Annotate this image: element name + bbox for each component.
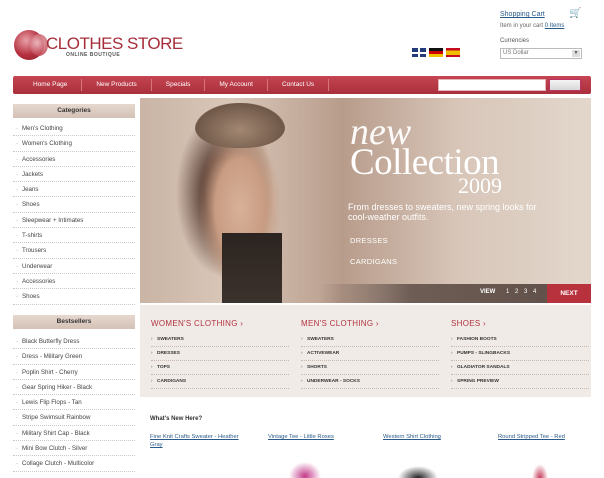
- model-photo: [170, 98, 310, 303]
- nav-new-products[interactable]: New Products: [82, 79, 152, 91]
- bestseller-item[interactable]: Gear Spring Hiker - Black: [13, 380, 135, 396]
- category-blocks: WOMEN'S CLOTHING › SWEATERS DRESSES TOPS…: [140, 305, 591, 397]
- mens-clothing-heading[interactable]: MEN'S CLOTHING ›: [301, 319, 439, 328]
- nav-contact-us[interactable]: Contact Us: [268, 79, 330, 91]
- nav-my-account[interactable]: My Account: [205, 79, 268, 91]
- currencies-label: Currencies: [500, 38, 530, 44]
- category-item[interactable]: Women's Clothing: [13, 136, 135, 152]
- spain-flag-icon[interactable]: [446, 48, 460, 57]
- product-image[interactable]: [520, 458, 560, 478]
- cart-note-prefix: Item in your cart: [500, 23, 544, 29]
- category-link[interactable]: SWEATERS: [151, 333, 289, 347]
- womens-clothing-heading[interactable]: WOMEN'S CLOTHING ›: [151, 319, 289, 328]
- whats-new-heading: What's New Here?: [150, 416, 203, 422]
- currency-select[interactable]: US Dollar ▼: [500, 48, 582, 59]
- chevron-down-icon: ▼: [572, 50, 580, 57]
- cart-note: Item in your cart 0 Items: [500, 23, 564, 29]
- product-image[interactable]: [285, 458, 325, 478]
- logo-title[interactable]: CLOTHES STORE: [46, 34, 183, 54]
- banner-link-cardigans[interactable]: CARDIGANS: [350, 257, 397, 266]
- bestsellers-heading: Bestsellers: [13, 315, 135, 329]
- cart-count-link[interactable]: 0 Items: [545, 23, 565, 29]
- shoes-block: SHOES › FASHION BOOTS PUMPS - SLINGBACKS…: [451, 319, 589, 389]
- banner-next-button[interactable]: NEXT: [547, 284, 591, 303]
- banner-subtitle: From dresses to sweaters, new spring loo…: [348, 202, 537, 222]
- category-link[interactable]: FASHION BOOTS: [451, 333, 589, 347]
- product-link[interactable]: Fine Knit Crafts Sweater - Heather Gray: [150, 433, 244, 449]
- category-link[interactable]: TOPS: [151, 361, 289, 375]
- cart-icon[interactable]: 🛒: [569, 9, 581, 19]
- bestseller-item[interactable]: Stripe Swimsuit Rainbow: [13, 410, 135, 426]
- categories-heading: Categories: [13, 104, 135, 118]
- category-item[interactable]: Accessories: [13, 274, 135, 290]
- category-item[interactable]: Men's Clothing: [13, 121, 135, 137]
- search-button[interactable]: [549, 79, 581, 91]
- bestsellers-list: Black Butterfly Dress Dress - Military G…: [13, 334, 135, 472]
- category-item[interactable]: T-shirts: [13, 228, 135, 244]
- product-link[interactable]: Round Stripped Tee - Red: [498, 433, 592, 441]
- category-link[interactable]: SWEATERS: [301, 333, 439, 347]
- category-link[interactable]: SPRING PREVIEW: [451, 375, 589, 389]
- product-link[interactable]: Western Shirt Clothing: [383, 433, 477, 441]
- category-link[interactable]: UNDERWEAR - SOCKS: [301, 375, 439, 389]
- category-item[interactable]: Trousers: [13, 243, 135, 259]
- category-item[interactable]: Accessories: [13, 152, 135, 167]
- category-link[interactable]: DRESSES: [151, 347, 289, 361]
- category-item[interactable]: Sleepwear + Intimates: [13, 213, 135, 229]
- category-item[interactable]: Jeans: [13, 182, 135, 198]
- banner-link-dresses[interactable]: DRESSES: [350, 236, 388, 245]
- category-link[interactable]: CARDIGANS: [151, 375, 289, 389]
- mens-clothing-block: MEN'S CLOTHING › SWEATERS ACTIVEWEAR SHO…: [301, 319, 439, 389]
- currency-selected: US Dollar: [503, 50, 529, 56]
- banner-view-label: VIEW: [480, 289, 496, 295]
- bestseller-item[interactable]: Lewis Flip Flops - Tan: [13, 395, 135, 411]
- category-link[interactable]: PUMPS - SLINGBACKS: [451, 347, 589, 361]
- language-flags: [412, 48, 460, 57]
- product-link[interactable]: Vintage Tee - Little Roses: [268, 433, 362, 441]
- category-item[interactable]: Shoes: [13, 289, 135, 305]
- banner-year: 2009: [458, 173, 502, 198]
- bestseller-item[interactable]: Black Butterfly Dress: [13, 334, 135, 350]
- banner-pages[interactable]: 1 2 3 4: [506, 289, 538, 295]
- germany-flag-icon[interactable]: [429, 48, 443, 57]
- bestseller-item[interactable]: Mini Bow Clutch - Silver: [13, 441, 135, 457]
- category-item[interactable]: Underwear: [13, 259, 135, 274]
- category-link[interactable]: GLADIATOR SANDALS: [451, 361, 589, 375]
- category-item[interactable]: Jackets: [13, 167, 135, 183]
- uk-flag-icon[interactable]: [412, 48, 426, 57]
- hero-banner[interactable]: new Collection 2009 From dresses to swea…: [140, 98, 591, 303]
- category-item[interactable]: Shoes: [13, 197, 135, 213]
- womens-clothing-block: WOMEN'S CLOTHING › SWEATERS DRESSES TOPS…: [151, 319, 289, 389]
- categories-list: Men's Clothing Women's Clothing Accessor…: [13, 121, 135, 305]
- bestseller-item[interactable]: Collage Clutch - Multicolor: [13, 456, 135, 472]
- shopping-cart-link[interactable]: Shopping Cart: [500, 11, 545, 18]
- shoes-heading[interactable]: SHOES ›: [451, 319, 589, 328]
- category-link[interactable]: ACTIVEWEAR: [301, 347, 439, 361]
- search-input[interactable]: [438, 79, 546, 91]
- bestseller-item[interactable]: Dress - Military Green: [13, 349, 135, 365]
- logo-subtitle: ONLINE BOUTIQUE: [66, 52, 121, 58]
- bestseller-item[interactable]: Poplin Shirt - Cherry: [13, 365, 135, 380]
- nav-home[interactable]: Home Page: [13, 79, 83, 91]
- nav-specials[interactable]: Specials: [152, 79, 206, 91]
- product-image[interactable]: [398, 458, 438, 478]
- bestseller-item[interactable]: Military Shirt Cap - Black: [13, 426, 135, 442]
- fur-collar: [195, 103, 285, 148]
- category-link[interactable]: SHORTS: [301, 361, 439, 375]
